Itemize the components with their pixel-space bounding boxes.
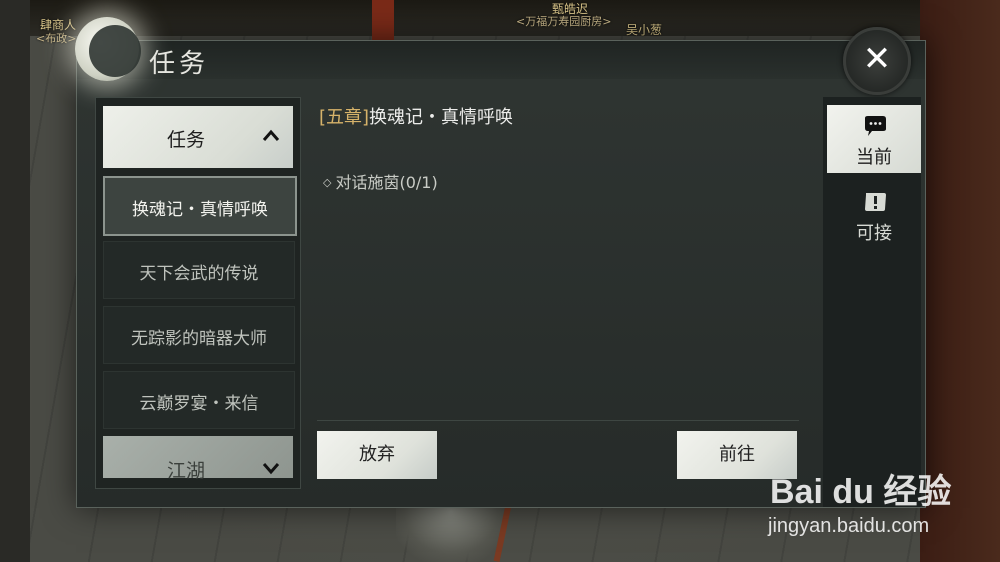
tab-available[interactable]: 可接 — [827, 181, 921, 249]
category-jianghu-label: 江湖 — [166, 460, 205, 482]
world-wall-left — [0, 0, 30, 562]
quest-detail-title: [五章]换魂记・真情呼唤 — [319, 103, 513, 129]
baidu-watermark-logo: Bai du 经验 — [770, 473, 952, 511]
quest-chapter-tag: [五章] — [319, 107, 370, 128]
world-pillar — [372, 0, 394, 40]
tab-current-label: 当前 — [856, 147, 892, 168]
close-button[interactable]: ✕ — [843, 27, 911, 95]
quest-tab-strip: 当前 可接 — [823, 97, 921, 507]
npc-title-1: <万福万寿园厨房> — [516, 15, 612, 28]
quest-list: 任务 换魂记・真情呼唤 天下会武的传说 无踪影的暗器大师 云巅罗宴・来信 江湖 — [95, 97, 301, 489]
quest-item-label: 无踪影的暗器大师 — [131, 329, 267, 349]
category-jianghu-button[interactable]: 江湖 — [103, 436, 293, 482]
npc-name-2: 吴小葱 — [626, 23, 663, 37]
scroll-speech-icon — [865, 116, 886, 136]
quest-item[interactable]: 无踪影的暗器大师 — [103, 306, 295, 364]
panel-title: 任务 — [149, 49, 210, 79]
quest-objective-text: 对话施茵(0/1) — [335, 173, 438, 192]
tab-current[interactable]: 当前 — [827, 105, 921, 173]
tab-available-label: 可接 — [856, 223, 892, 244]
chevron-down-icon — [262, 463, 280, 475]
quest-item[interactable]: 云巅罗宴・来信 — [103, 371, 295, 429]
quest-item-label: 天下会武的传说 — [139, 264, 259, 284]
quest-panel: 任务 ✕ 任务 换魂记・真情呼唤 天下会武的传说 无踪影的暗器大师 云巅罗宴・来… — [75, 17, 926, 508]
scroll-exclaim-icon — [865, 193, 886, 211]
quest-item-selected[interactable]: 换魂记・真情呼唤 — [103, 176, 297, 236]
quest-objective: ◇ 对话施茵(0/1) — [323, 169, 438, 193]
baidu-watermark-url: jingyan.baidu.com — [768, 515, 930, 537]
moon-emblem-icon — [75, 17, 141, 81]
category-quests-button[interactable]: 任务 — [103, 106, 293, 168]
world-building-roof — [0, 0, 1000, 36]
abandon-button[interactable]: 放弃 — [317, 431, 437, 479]
category-quests-label: 任务 — [166, 129, 205, 151]
quest-item[interactable]: 天下会武的传说 — [103, 241, 295, 299]
quest-item-label: 换魂记・真情呼唤 — [132, 200, 268, 220]
diamond-bullet-icon: ◇ — [323, 176, 332, 189]
chevron-up-icon — [262, 129, 280, 141]
npc-title-3: <布政> — [36, 32, 77, 45]
quest-item-label: 云巅罗宴・来信 — [139, 394, 259, 414]
quest-title-text: 换魂记・真情呼唤 — [369, 107, 514, 128]
detail-divider — [317, 420, 799, 421]
